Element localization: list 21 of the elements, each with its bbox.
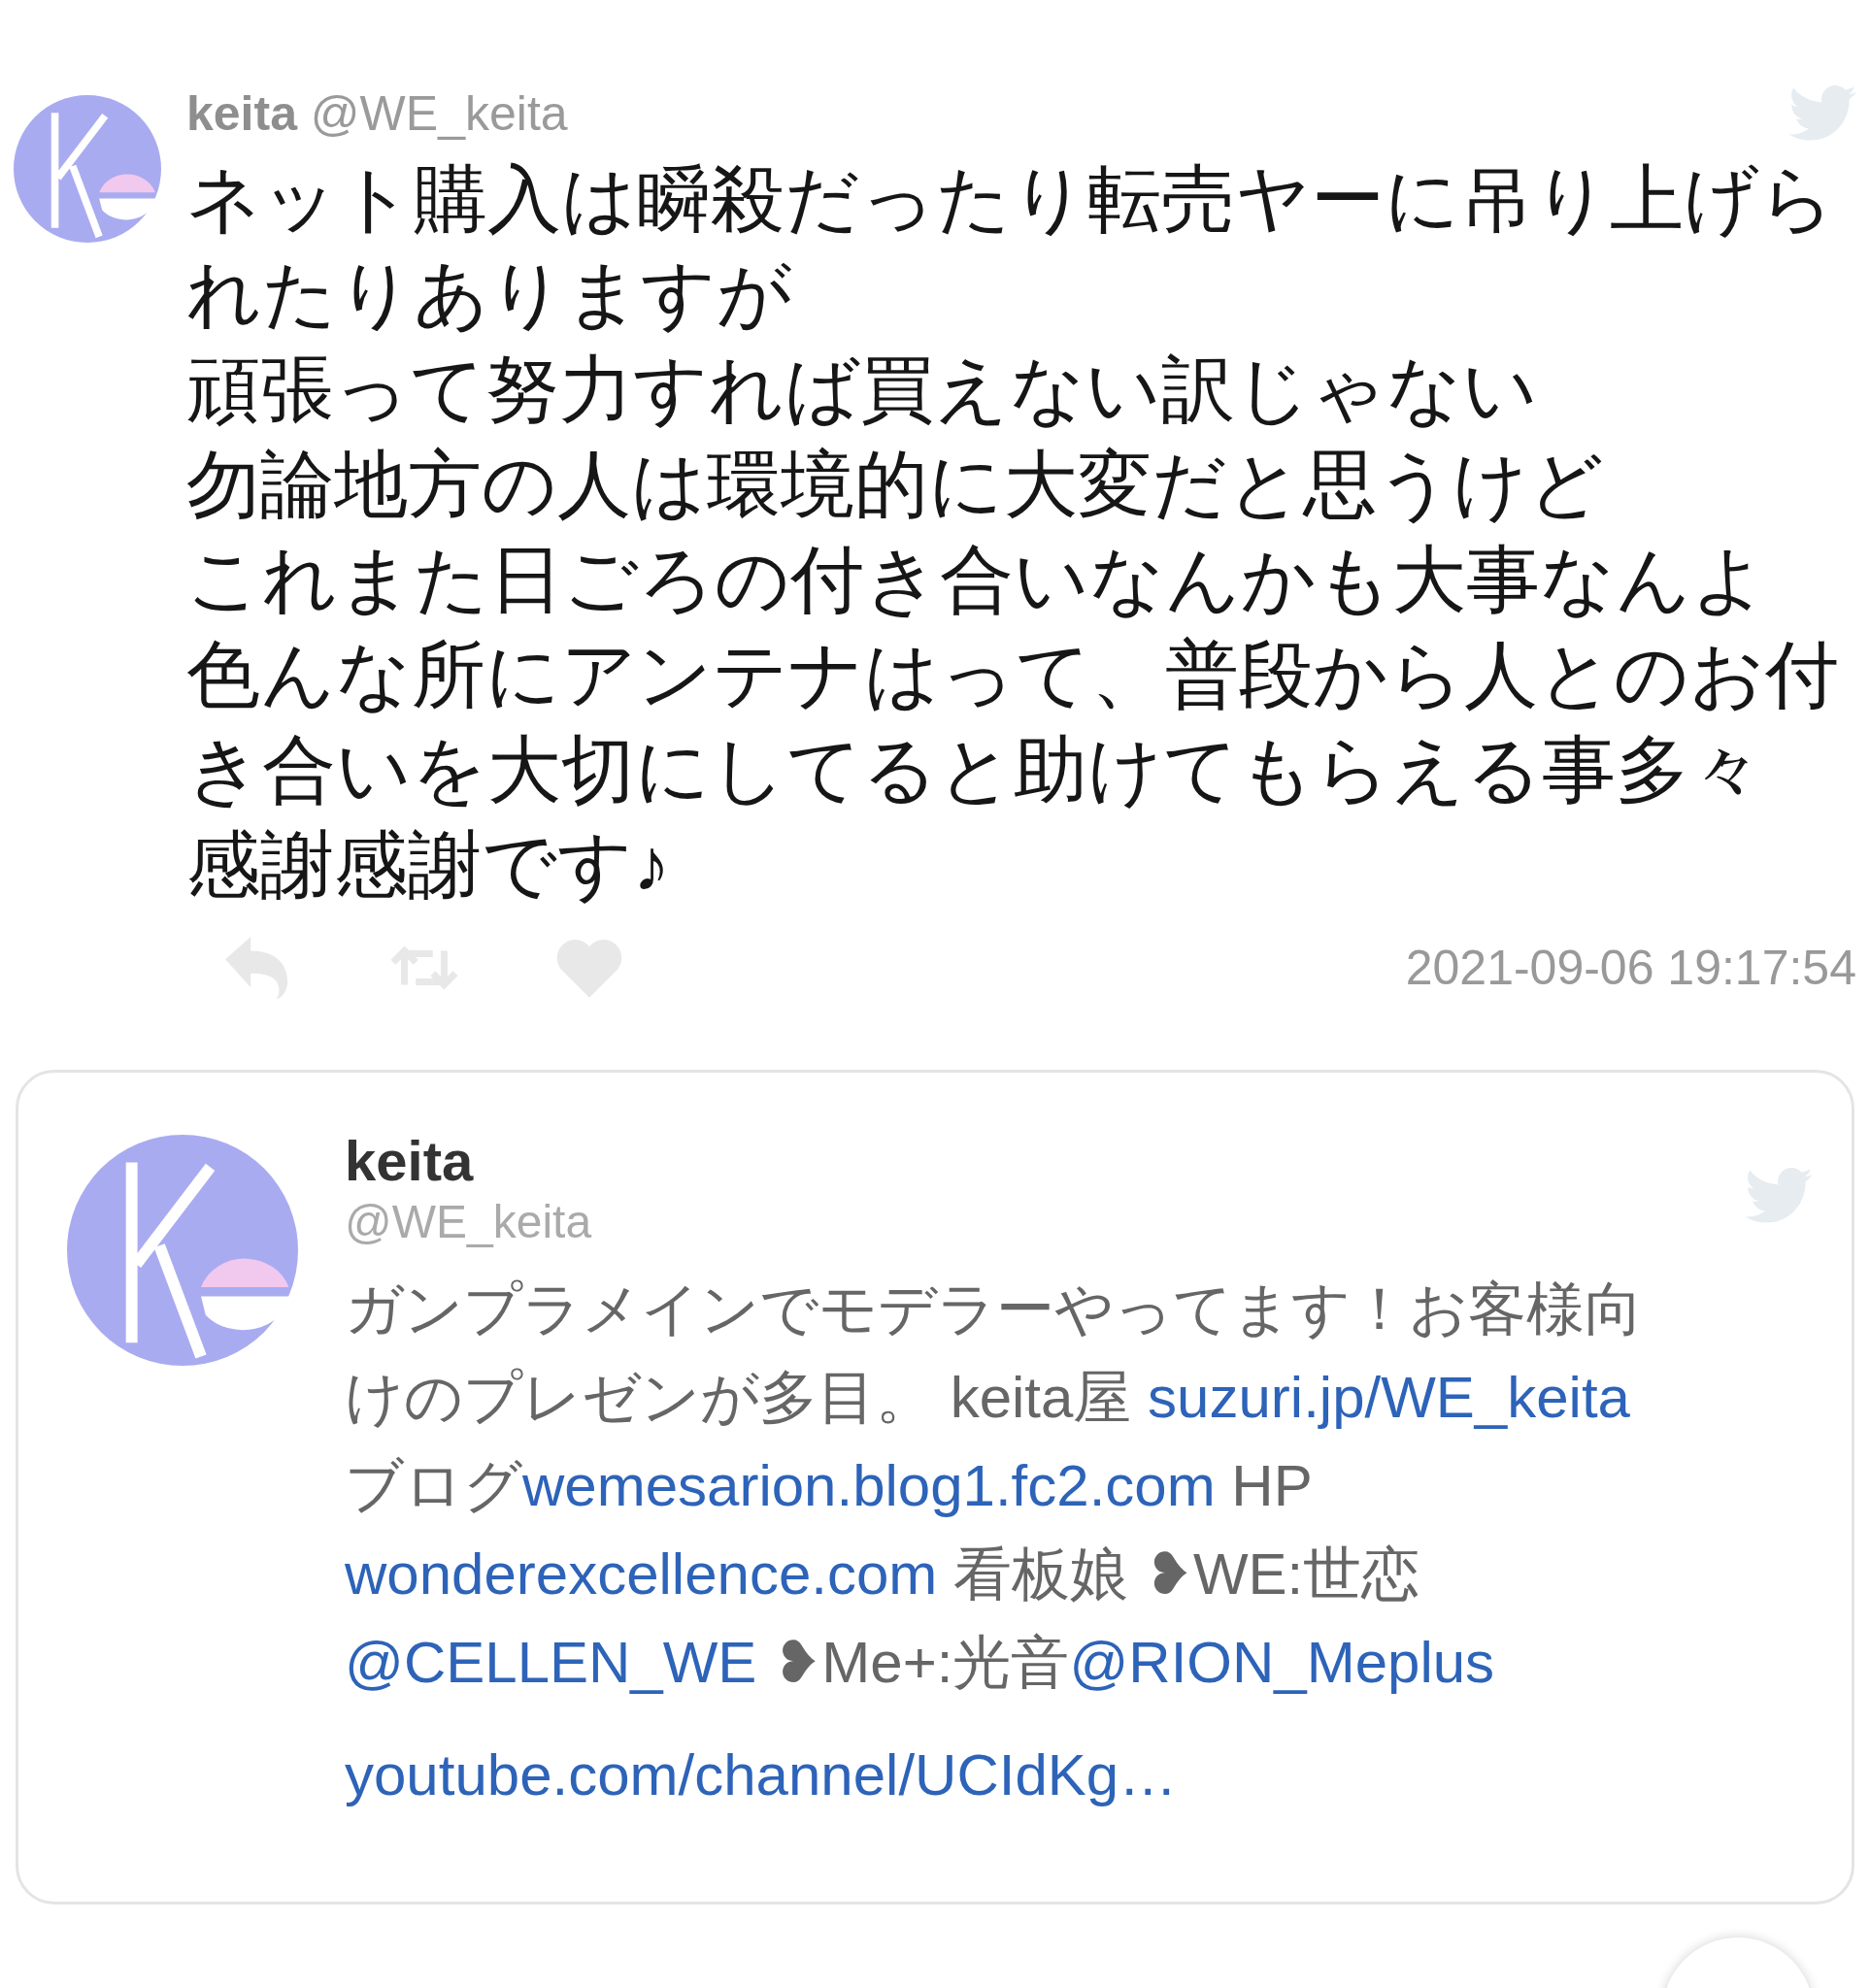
tweet-text-line: 頑張って努力すれば買えない訳じゃない <box>186 347 1538 432</box>
profile-handle: @WE_keita <box>345 1195 592 1249</box>
tweet-text-line: これまた日ごろの付き合いなんかも大事なんよ <box>186 537 1767 622</box>
profile-url-link[interactable]: youtube.com/channel/UCIdKg… <box>345 1732 1178 1819</box>
bio-link[interactable]: wonderexcellence.com <box>345 1541 938 1607</box>
author-line: keita @WE_keita <box>186 85 568 142</box>
bio-link[interactable]: wemesarion.blog1.fc2.com <box>522 1453 1216 1518</box>
bio-link[interactable]: @RION_Meplus <box>1069 1630 1495 1695</box>
tweet-text-line: 感謝感謝です♪ <box>186 822 670 908</box>
timestamp: 2021-09-06 19:17:54 <box>1405 939 1856 997</box>
tweet-text-line: れたりありますが <box>186 251 792 337</box>
tweet-text-line: き合いを大切にしてると助けてもらえる事多々 <box>186 727 1763 812</box>
bird-icon <box>1745 1168 1813 1224</box>
profile-name: keita <box>345 1129 475 1193</box>
tweet-text-line: ネット購入は瞬殺だったり転売ヤーに吊り上げら <box>186 156 1835 242</box>
bio-link[interactable]: @CELLEN_WE <box>345 1630 757 1695</box>
tweet-text-line: 勿論地方の人は環境的に大変だと思うけど <box>186 442 1604 527</box>
bio-text: ガンプラメインでモデラーやってます！お客様向 けのプレゼンが多目。 keita屋 suzuri.jp/WE_keita ブログwemesarion.blog1.fc2.com HP wonderexcellence.com 看板娘 ❥WE:世恋 @CELLEN_WE ❥Me+:光音@RION_Meplus <box>345 1276 1644 1697</box>
tweet-text-line: 色んな所にアンテナはって、普段から人とのお付 <box>186 632 1839 717</box>
bird-icon <box>1788 85 1856 142</box>
bio-link[interactable]: suzuri.jp/WE_keita <box>1148 1365 1630 1430</box>
